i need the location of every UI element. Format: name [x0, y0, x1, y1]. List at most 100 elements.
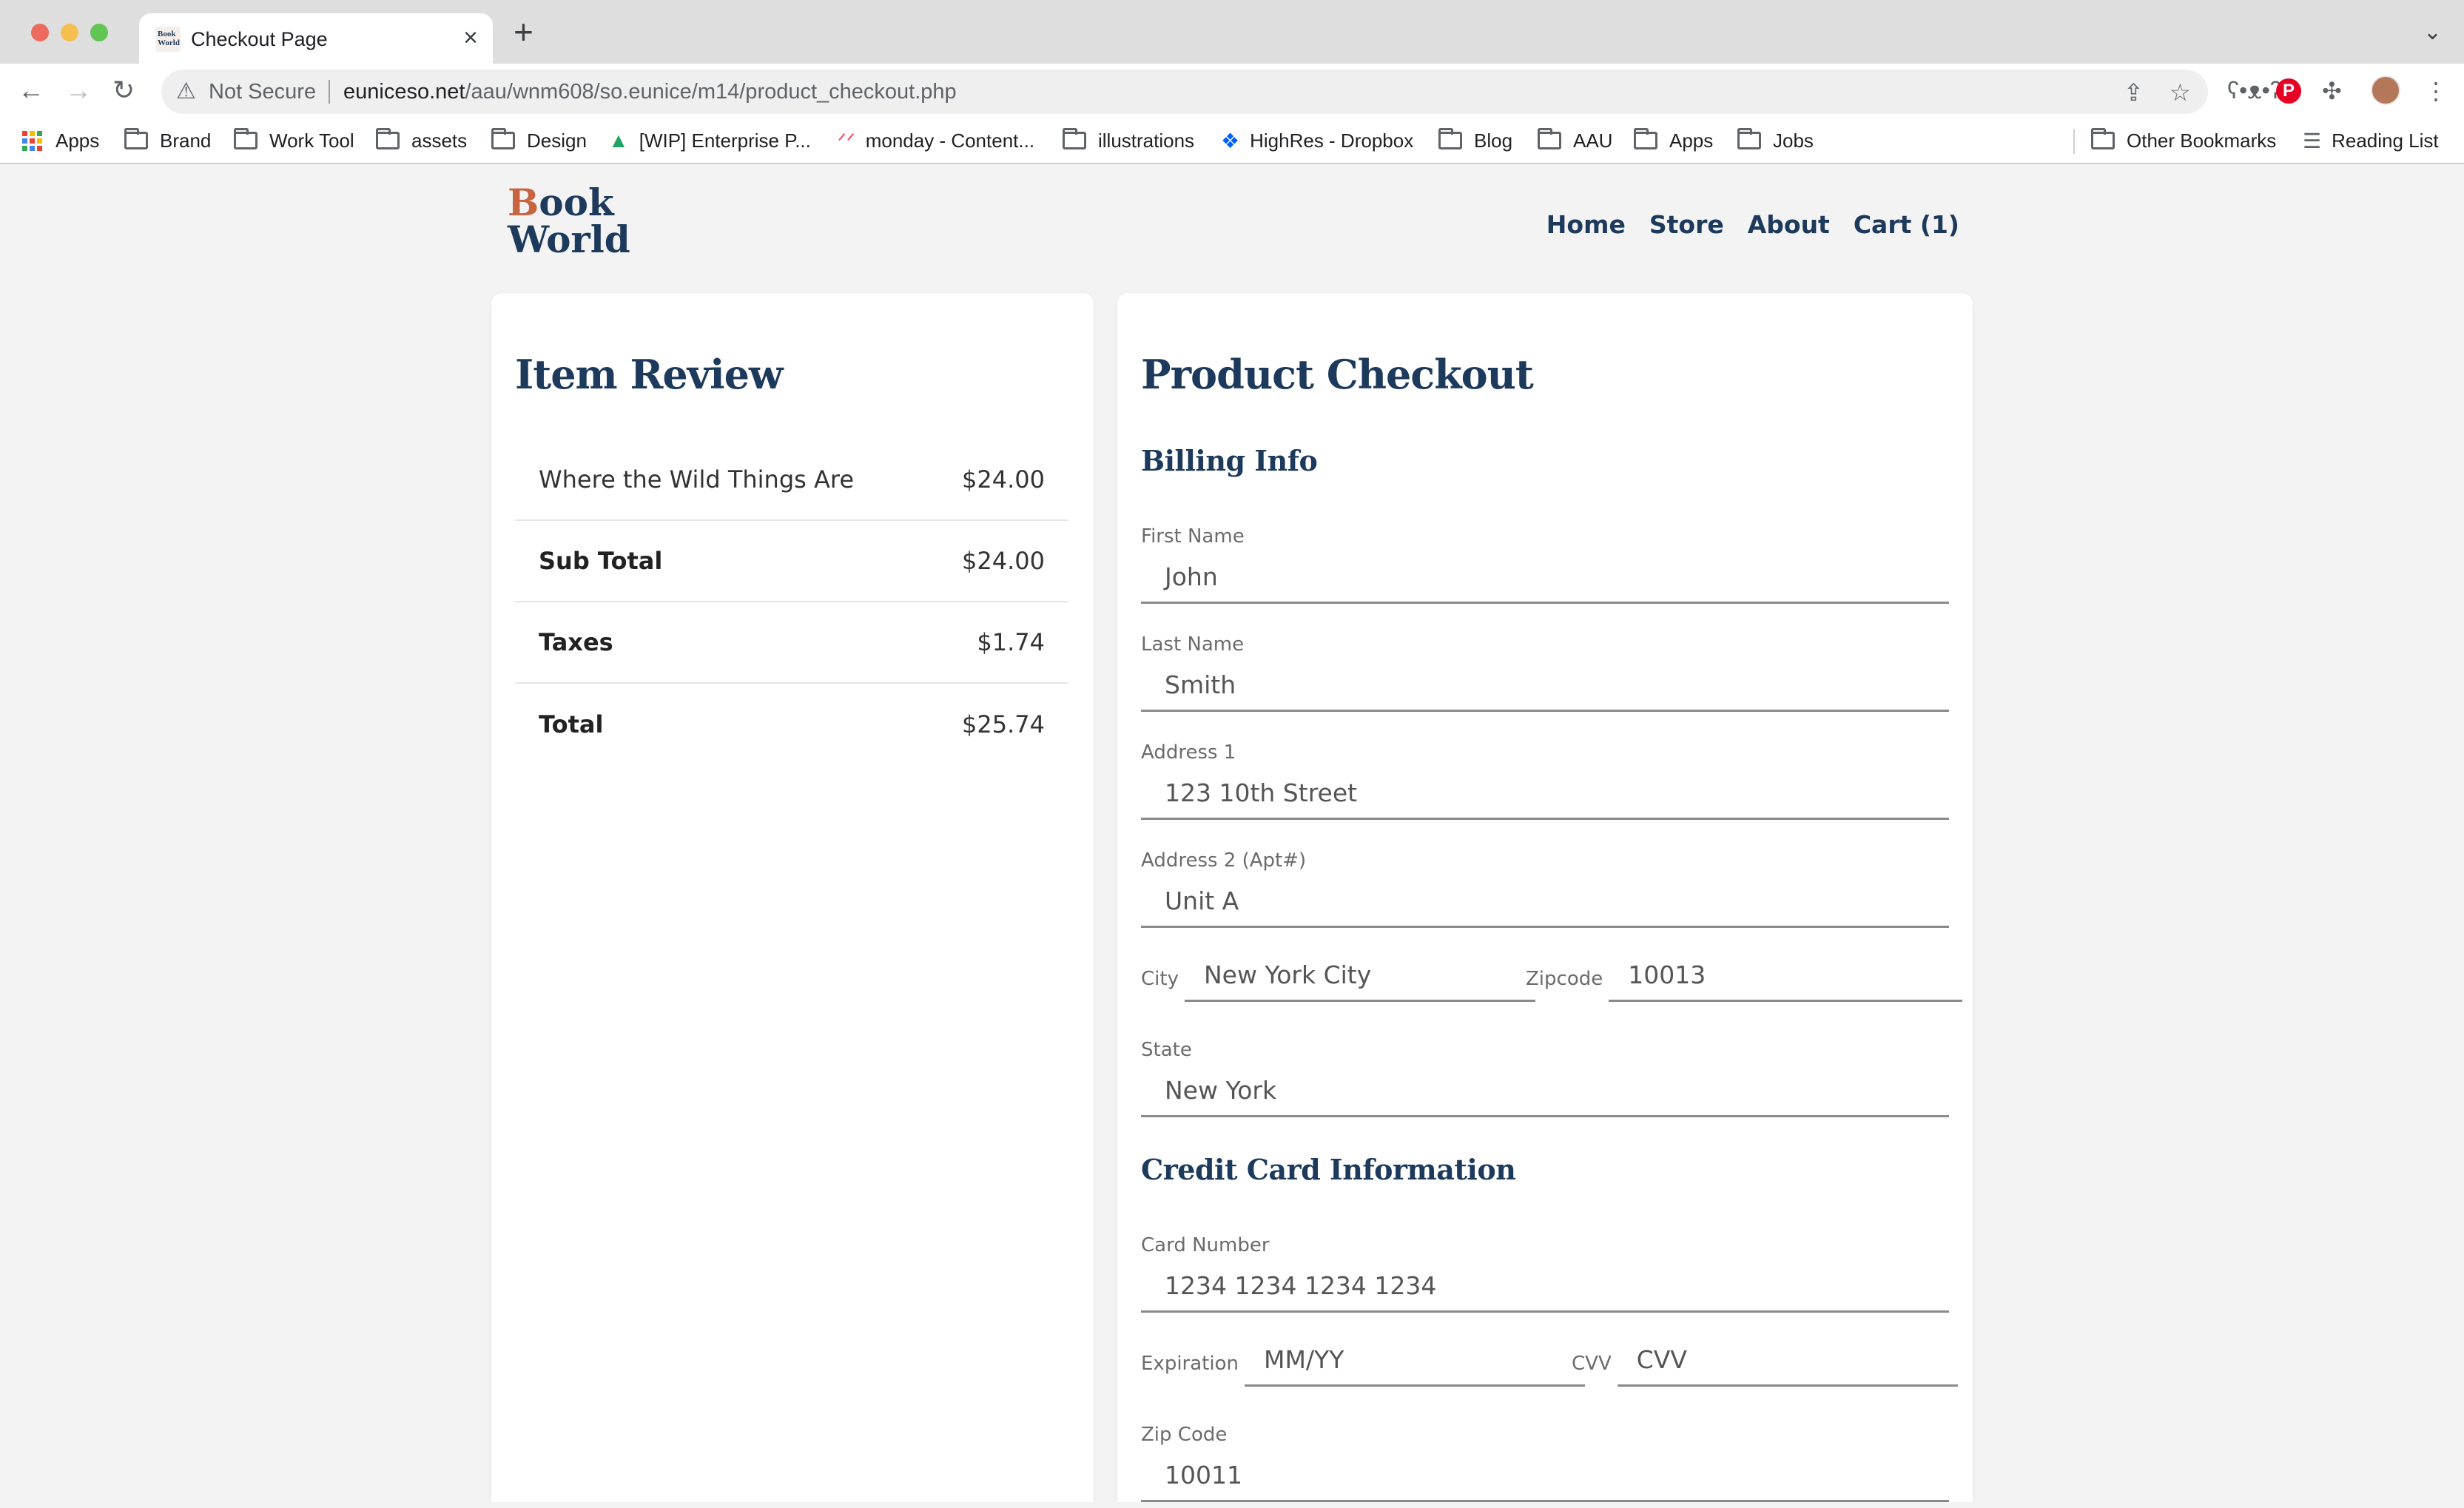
bookmark-label: illustrations: [1098, 129, 1195, 152]
bookmark-apps-folder[interactable]: Apps: [1634, 126, 1713, 155]
url-text[interactable]: euniceso.net/aau/wnm608/so.eunice/m14/pr…: [343, 80, 957, 104]
url-host: euniceso.net: [343, 80, 465, 104]
nav-store[interactable]: Store: [1649, 210, 1724, 239]
state-label: State: [1141, 1039, 1192, 1061]
reload-icon[interactable]: ↻: [112, 74, 135, 107]
address1-label: Address 1: [1141, 741, 1236, 764]
review-row-taxes: Taxes $1.74: [515, 602, 1068, 684]
bookmarks-divider: [2073, 129, 2075, 154]
pinterest-icon[interactable]: P: [2276, 78, 2301, 104]
profile-avatar[interactable]: [2371, 75, 2400, 105]
review-row-total: Total $25.74: [515, 684, 1068, 765]
nav-home[interactable]: Home: [1546, 210, 1626, 239]
site-logo[interactable]: Book World: [508, 181, 663, 272]
last-name-label: Last Name: [1141, 633, 1245, 656]
card-number-input[interactable]: 1234 1234 1234 1234: [1141, 1265, 1949, 1313]
site-nav: Home Store About Cart (1): [1546, 210, 1959, 239]
logo-line-2: World: [508, 218, 630, 261]
bookmark-jobs[interactable]: Jobs: [1737, 126, 1814, 155]
bookmark-label: Other Bookmarks: [2127, 129, 2277, 152]
bookmark-label: Apps: [55, 129, 100, 152]
reading-list-icon: ☰: [2303, 129, 2322, 152]
bookmark-blog[interactable]: Blog: [1438, 126, 1512, 155]
product-checkout-title: Product Checkout: [1141, 351, 1534, 398]
warning-triangle-icon[interactable]: ⚠: [176, 78, 196, 104]
menu-kebab-icon[interactable]: ⋮: [2424, 77, 2448, 105]
first-name-input[interactable]: John: [1141, 556, 1949, 604]
review-row-item: Where the Wild Things Are $24.00: [515, 440, 1068, 521]
forward-arrow-icon[interactable]: →: [65, 74, 92, 107]
extension-bear-icon[interactable]: ʕ•ᴥ•ʔ: [2227, 77, 2282, 104]
bookmark-other[interactable]: Other Bookmarks: [2091, 126, 2276, 155]
page-viewport: Book World Home Store About Cart (1) Ite…: [0, 164, 2464, 1502]
reading-list-label: Reading List: [2332, 129, 2439, 152]
subtotal-value: $24.00: [962, 547, 1045, 575]
bookmark-assets[interactable]: assets: [376, 126, 467, 155]
card-number-field: Card Number 1234 1234 1234 1234: [1141, 1234, 1949, 1313]
logo-line-1: Book: [508, 184, 614, 222]
city-input[interactable]: New York City: [1184, 955, 1535, 1002]
nav-cart[interactable]: Cart (1): [1854, 210, 1959, 239]
bookmark-apps[interactable]: Apps: [22, 126, 99, 155]
bookmark-label: Apps: [1669, 129, 1714, 152]
bookmark-work-tool[interactable]: Work Tool: [234, 126, 354, 155]
folder-icon: [1438, 128, 1462, 149]
bookmark-illustrations[interactable]: illustrations: [1063, 126, 1194, 155]
state-input[interactable]: New York: [1141, 1070, 1949, 1117]
zoom-window-button[interactable]: [90, 24, 108, 41]
cvv-input[interactable]: CVV: [1617, 1339, 1958, 1387]
last-name-input[interactable]: Smith: [1141, 664, 1949, 712]
expiration-input[interactable]: MM/YY: [1244, 1339, 1585, 1387]
url-path: /aau/wnm608/so.eunice/m14/product_checko…: [465, 80, 957, 104]
not-secure-label[interactable]: Not Secure: [209, 80, 316, 104]
browser-tab-bar: Book World Checkout Page × + ⌄: [0, 0, 2464, 64]
expiration-label: Expiration: [1141, 1353, 1239, 1375]
subtotal-label: Sub Total: [539, 547, 663, 575]
tab-search-chevron-icon[interactable]: ⌄: [2423, 19, 2442, 45]
address1-input[interactable]: 123 10th Street: [1141, 772, 1949, 820]
review-table: Where the Wild Things Are $24.00 Sub Tot…: [515, 440, 1068, 765]
back-arrow-icon[interactable]: ←: [18, 74, 44, 107]
cvv-label: CVV: [1572, 1353, 1612, 1375]
tab-close-icon[interactable]: ×: [463, 24, 478, 53]
book-world-favicon-icon: Book World: [155, 27, 181, 52]
folder-icon: [1634, 128, 1657, 149]
reading-list[interactable]: ☰ Reading List: [2303, 126, 2439, 155]
last-name-field: Last Name Smith: [1141, 633, 1949, 712]
bookmark-label: monday - Content...: [865, 129, 1035, 152]
bookmark-monday[interactable]: ᐟᐟ monday - Content...: [838, 126, 1034, 155]
cvv-field: CVV CVV: [1572, 1339, 1958, 1387]
item-review-title: Item Review: [515, 351, 783, 398]
folder-icon: [491, 128, 515, 149]
share-icon[interactable]: ⇪: [2124, 78, 2144, 107]
new-tab-plus-icon[interactable]: +: [514, 15, 533, 49]
minimize-window-button[interactable]: [61, 24, 78, 41]
zip-code-input[interactable]: 10011: [1141, 1455, 1949, 1502]
address1-field: Address 1 123 10th Street: [1141, 741, 1949, 820]
bookmark-highres-dropbox[interactable]: ❖ HighRes - Dropbox: [1221, 126, 1413, 155]
first-name-field: First Name John: [1141, 525, 1949, 604]
extensions-puzzle-icon[interactable]: ✣: [2322, 77, 2342, 105]
folder-icon: [2091, 128, 2115, 149]
address-bar[interactable]: ⚠ Not Secure euniceso.net/aau/wnm608/so.…: [161, 70, 2208, 114]
bookmark-star-icon[interactable]: ☆: [2170, 78, 2191, 107]
folder-icon: [1737, 128, 1761, 149]
browser-tab-active[interactable]: Book World Checkout Page ×: [139, 13, 493, 64]
bookmark-aau[interactable]: AAU: [1538, 126, 1612, 155]
zipcode-input[interactable]: 10013: [1609, 955, 1963, 1002]
address2-input[interactable]: Unit A: [1141, 881, 1949, 928]
folder-icon: [234, 128, 257, 149]
bookmark-enterprise[interactable]: ▲ [WIP] Enterprise P...: [608, 126, 811, 155]
bookmark-brand[interactable]: Brand: [124, 126, 211, 155]
product-checkout-card: Product Checkout Billing Info First Name…: [1117, 293, 1973, 1502]
item-price: $24.00: [962, 465, 1045, 494]
first-name-label: First Name: [1141, 525, 1245, 548]
close-window-button[interactable]: [31, 24, 49, 41]
review-row-subtotal: Sub Total $24.00: [515, 521, 1068, 602]
taxes-value: $1.74: [977, 628, 1045, 656]
city-label: City: [1141, 968, 1179, 990]
zipcode-field: Zipcode 10013: [1526, 955, 1963, 1002]
monday-icon: ᐟᐟ: [838, 129, 855, 152]
bookmark-design[interactable]: Design: [491, 126, 587, 155]
nav-about[interactable]: About: [1748, 210, 1830, 239]
